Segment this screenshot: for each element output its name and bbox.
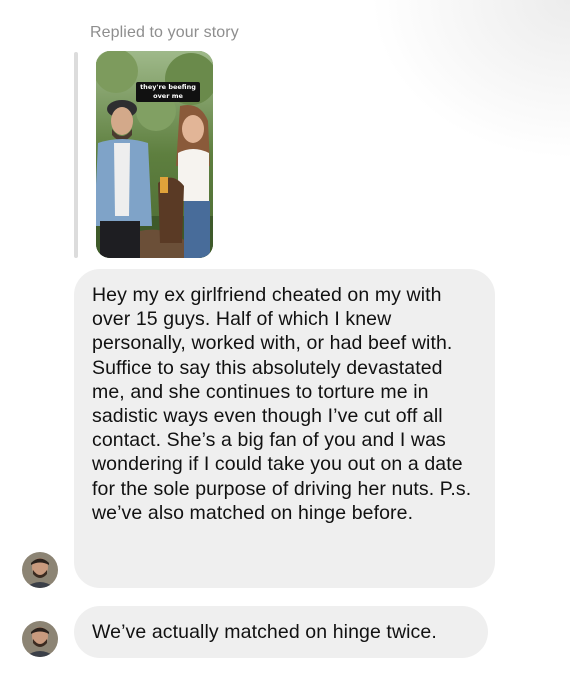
avatar-image xyxy=(22,552,58,588)
message-text: We’ve actually matched on hinge twice. xyxy=(92,621,437,643)
story-caption-text: they're beefing over me xyxy=(136,82,200,102)
replied-to-story-label: Replied to your story xyxy=(90,24,239,41)
avatar-image xyxy=(22,621,58,657)
background-shade xyxy=(370,0,570,160)
sender-avatar[interactable] xyxy=(22,621,58,657)
sender-avatar[interactable] xyxy=(22,552,58,588)
message-bubble[interactable]: We’ve actually matched on hinge twice. xyxy=(74,606,488,658)
message-text: Hey my ex girlfriend cheated on my with … xyxy=(92,284,472,524)
message-bubble[interactable]: Hey my ex girlfriend cheated on my with … xyxy=(74,269,495,588)
story-thumbnail[interactable]: they're beefing over me xyxy=(96,51,213,258)
reply-indicator-bar xyxy=(74,52,78,258)
